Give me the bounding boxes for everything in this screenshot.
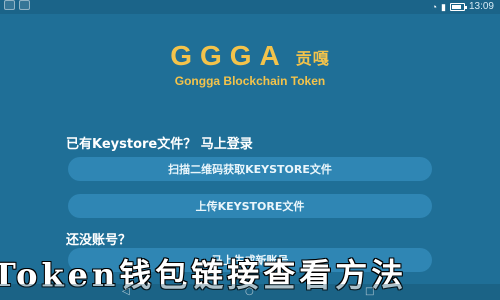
status-notifications (4, 0, 30, 10)
back-icon[interactable]: ◁ (122, 287, 130, 297)
logo-chinese-name: 贡嘎 (295, 49, 330, 68)
notification-icon (19, 0, 30, 10)
scan-qr-keystore-button[interactable]: 扫描二维码获取KEYSTORE文件 (68, 157, 432, 181)
upload-keystore-button[interactable]: 上传KEYSTORE文件 (68, 194, 432, 218)
upload-keystore-label: 上传KEYSTORE文件 (195, 200, 305, 213)
brand-header: GGGA 贡嘎 Gongga Blockchain Token (0, 40, 500, 88)
notification-icon (4, 0, 15, 10)
status-indicators: ◔ ▮ 13:09 (432, 0, 494, 14)
keystore-prompt: 已有Keystore文件？ 马上登录 (66, 133, 253, 152)
keystore-question: 已有Keystore文件？ (66, 137, 197, 152)
status-bar: ◔ ▮ 13:09 (0, 0, 500, 14)
home-icon[interactable]: ○ (245, 287, 254, 297)
recent-apps-icon[interactable]: □ (365, 287, 374, 297)
navigation-bar: ◁ ○ □ (0, 284, 500, 300)
battery-icon (449, 3, 467, 11)
logo-subtitle: Gongga Blockchain Token (174, 74, 326, 88)
signal-icon: ▮ (441, 1, 446, 12)
logo: GGGA 贡嘎 (170, 40, 330, 72)
wifi-icon: ◔ (431, 1, 438, 12)
logo-letters: GGGA (170, 40, 288, 71)
login-link[interactable]: 马上登录 (201, 137, 253, 152)
no-account-label: 还没账号？ (66, 233, 132, 248)
status-time: 13:09 (468, 1, 494, 12)
scan-qr-keystore-label: 扫描二维码获取KEYSTORE文件 (168, 163, 332, 176)
